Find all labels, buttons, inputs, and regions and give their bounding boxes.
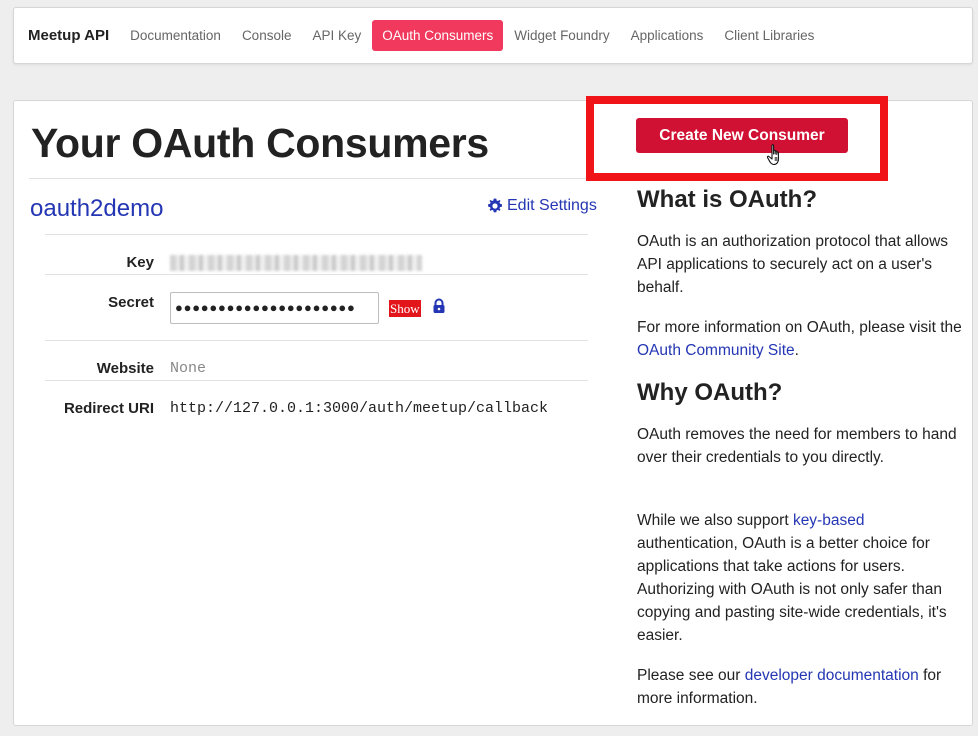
nav-item-oauth-consumers[interactable]: OAuth Consumers	[372, 20, 504, 51]
why-oauth-heading: Why OAuth?	[637, 379, 783, 406]
developer-documentation-link[interactable]: developer documentation	[745, 667, 919, 684]
why-oauth-details: While we also support key-based authenti…	[637, 512, 947, 644]
what-is-oauth-text: OAuth is an authorization protocol that …	[637, 233, 949, 296]
row-divider	[45, 234, 588, 235]
oauth-community-site-link[interactable]: OAuth Community Site	[637, 342, 795, 359]
edit-settings-label: Edit Settings	[507, 197, 597, 214]
nav-item-console[interactable]: Console	[232, 20, 302, 51]
nav-item-documentation[interactable]: Documentation	[120, 20, 231, 51]
brand-logo[interactable]: Meetup API	[28, 27, 109, 44]
title-divider	[29, 178, 604, 179]
row-divider	[45, 380, 588, 381]
secret-label: Secret	[108, 294, 154, 311]
see-docs-text: Please see our developer documentation f…	[637, 667, 942, 707]
show-secret-button[interactable]: Show	[389, 300, 421, 317]
create-new-consumer-button[interactable]: Create New Consumer	[636, 118, 848, 153]
top-navigation: Meetup API Documentation Console API Key…	[13, 7, 973, 64]
what-is-oauth-heading: What is OAuth?	[637, 186, 817, 213]
row-divider	[45, 274, 588, 275]
key-value-redacted	[170, 255, 422, 271]
edit-settings-link[interactable]: Edit Settings	[487, 197, 597, 215]
consumer-name-link[interactable]: oauth2demo	[30, 195, 163, 223]
oauth-info-text: For more information on OAuth, please vi…	[637, 319, 962, 359]
gear-icon	[488, 198, 502, 213]
secret-field[interactable]: ●●●●●●●●●●●●●●●●●●●●●	[170, 292, 379, 324]
website-value: None	[170, 360, 207, 377]
page-title: Your OAuth Consumers	[31, 120, 489, 166]
why-oauth-text: OAuth removes the need for members to ha…	[637, 426, 957, 466]
lock-icon	[433, 298, 445, 313]
redirect-uri-value: http://127.0.0.1:3000/auth/meetup/callba…	[170, 400, 549, 417]
key-label: Key	[126, 254, 154, 271]
nav-item-api-key[interactable]: API Key	[302, 20, 371, 51]
hand-cursor-icon	[766, 144, 779, 166]
row-divider	[45, 340, 588, 341]
nav-item-widget-foundry[interactable]: Widget Foundry	[504, 20, 619, 51]
nav-item-client-libraries[interactable]: Client Libraries	[714, 20, 824, 51]
redirect-uri-label: Redirect URI	[63, 400, 154, 417]
website-label: Website	[96, 360, 154, 377]
key-based-link[interactable]: key-based	[793, 512, 865, 529]
nav-item-applications[interactable]: Applications	[621, 20, 714, 51]
